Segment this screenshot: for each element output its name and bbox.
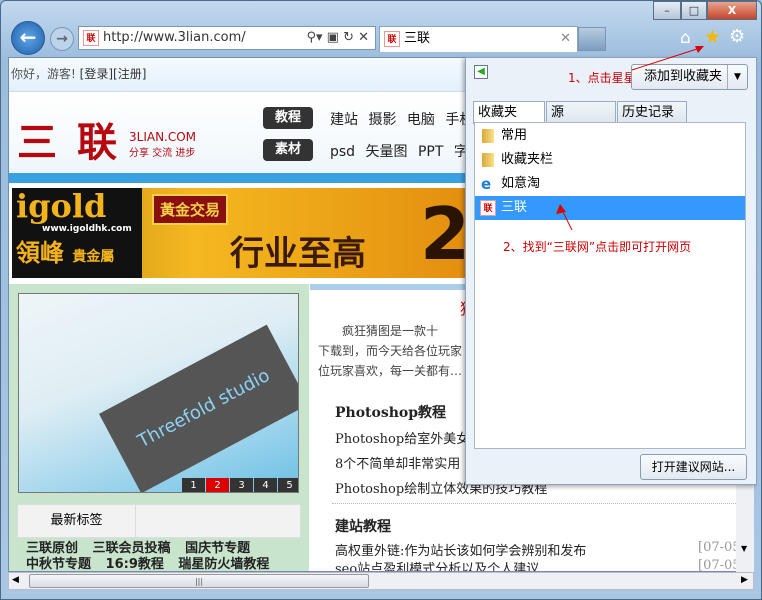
logo-char[interactable]: 三 bbox=[17, 110, 57, 168]
forward-button[interactable]: → bbox=[50, 27, 74, 51]
register-link[interactable]: [注册] bbox=[113, 67, 146, 81]
item-label: 如意淘 bbox=[501, 176, 541, 191]
tab-3lian[interactable]: 联三联 ✕ bbox=[379, 26, 578, 52]
article-link[interactable]: seo站点盈利模式分析以及个人建议 bbox=[335, 558, 539, 571]
list-item[interactable]: e 如意淘 bbox=[475, 172, 745, 196]
slider-page[interactable]: 5 bbox=[278, 478, 298, 492]
scrollbar-thumb[interactable]: ||| bbox=[29, 574, 369, 588]
new-tab-button[interactable] bbox=[578, 27, 606, 51]
brand-sub: 貴金屬 bbox=[72, 249, 115, 265]
3lian-favicon-icon: 联 bbox=[480, 200, 496, 216]
nav-badge-material[interactable]: 素材 bbox=[263, 139, 313, 161]
article-link[interactable]: 8个不简单却非常实用 bbox=[335, 453, 460, 472]
article-link[interactable]: Photoshop给室外美女 bbox=[335, 428, 469, 447]
slider-page[interactable]: 1 bbox=[182, 478, 205, 492]
list-item[interactable]: 收藏夹栏 bbox=[475, 148, 745, 172]
scroll-right-icon[interactable]: ▶ bbox=[741, 575, 748, 585]
section-title[interactable]: 建站教程 bbox=[335, 516, 391, 536]
banner-slogan: 行业至高 bbox=[230, 234, 366, 274]
ad-banner[interactable]: igold www.igoldhk.com 領峰 貴金屬 黃金交易 行业至高 2 bbox=[12, 188, 471, 278]
feature-text: 疯狂猜图是一款十 bbox=[342, 324, 439, 338]
tab-title: 三联 bbox=[404, 31, 431, 46]
ie-icon: e bbox=[481, 175, 492, 193]
address-bar[interactable]: 联 http://www.3lian.com/ ⚲▾ ▣ ↻ ✕ bbox=[78, 26, 376, 50]
slider-page-active[interactable]: 2 bbox=[206, 478, 229, 492]
tag-tabs: 最新标签 bbox=[17, 504, 301, 538]
address-tools-icon[interactable]: ⚲▾ ▣ ↻ ✕ bbox=[306, 27, 369, 49]
image-slider[interactable]: Threefold studio 1 2 3 4 5 bbox=[18, 293, 299, 493]
slider-page[interactable]: 3 bbox=[230, 478, 253, 492]
add-to-favorites-button[interactable]: 添加到收藏夹 ▼ bbox=[631, 64, 748, 90]
feature-text: 位玩家喜欢，每一关都有… bbox=[318, 364, 463, 378]
nav-links[interactable]: psd 矢量图 PPT 字 bbox=[330, 141, 468, 161]
scroll-down-icon[interactable]: ▼ bbox=[741, 544, 747, 553]
annotation-step1: 1、点击星星 bbox=[568, 71, 636, 85]
banner-number: 2 bbox=[420, 192, 471, 276]
login-link[interactable]: [登录] bbox=[80, 67, 113, 81]
folder-icon bbox=[482, 129, 494, 143]
folder-icon bbox=[482, 153, 494, 167]
greeting: 你好，游客! bbox=[11, 67, 76, 81]
igold-logo: igold www.igoldhk.com 領峰 貴金屬 bbox=[12, 188, 142, 278]
favorites-panel: ◀ 1、点击星星 添加到收藏夹 ▼ 收藏夹 源 历史记录 常用 收藏夹栏 e 如意淘… bbox=[465, 57, 757, 485]
feature-text: 下载到，而今天给各位玩家 bbox=[318, 344, 463, 358]
logo-slogan: 分享 交流 进步 bbox=[129, 148, 196, 159]
annotation-step2: 2、找到“三联网”点击即可打开网页 bbox=[503, 240, 692, 254]
maximize-button[interactable]: □ bbox=[681, 1, 707, 20]
slide-image: Threefold studio bbox=[98, 324, 298, 492]
logo-char[interactable]: 联 bbox=[77, 110, 117, 168]
brand-cn: 領峰 bbox=[16, 238, 64, 267]
tag-links-row[interactable]: 中秋节专题 16:9教程 瑞星防火墙教程 bbox=[26, 557, 269, 571]
brand-url: www.igoldhk.com bbox=[42, 224, 132, 234]
tag-link[interactable]: 国庆节专题 bbox=[185, 541, 250, 556]
open-suggested-sites-button[interactable]: 打开建议网站... bbox=[640, 454, 747, 480]
slider-page[interactable]: 4 bbox=[254, 478, 277, 492]
url-text: http://www.3lian.com/ bbox=[103, 30, 246, 45]
close-button[interactable]: X bbox=[707, 1, 757, 20]
nav-links[interactable]: 建站 摄影 电脑 手机 bbox=[330, 109, 473, 129]
home-icon[interactable]: ⌂ bbox=[680, 28, 691, 48]
tab-feeds[interactable]: 源 bbox=[546, 101, 616, 123]
back-button[interactable]: ← bbox=[11, 21, 45, 55]
tab-history[interactable]: 历史记录 bbox=[617, 101, 687, 123]
tag-link[interactable]: 三联会员投稿 bbox=[93, 541, 171, 556]
banner-tag: 黃金交易 bbox=[152, 194, 229, 225]
add-favorites-label: 添加到收藏夹 bbox=[644, 69, 723, 84]
item-label: 三联 bbox=[501, 200, 528, 215]
tag-link[interactable]: 三联原创 bbox=[26, 541, 78, 556]
logo-en: 3LIAN.COM bbox=[129, 130, 197, 144]
tab-favorites[interactable]: 收藏夹 bbox=[473, 101, 545, 124]
article-link[interactable]: 高权重外链:作为站长该如何学会辨别和发布 bbox=[335, 540, 586, 559]
favorites-list: 常用 收藏夹栏 e 如意淘 联三联 2、找到“三联网”点击即可打开网页 bbox=[474, 122, 746, 449]
list-item[interactable]: 常用 bbox=[475, 124, 745, 148]
left-column: Threefold studio 1 2 3 4 5 最新标签 三联原创 三联会… bbox=[9, 284, 309, 571]
pin-panel-icon[interactable]: ◀ bbox=[474, 65, 488, 79]
scroll-left-icon[interactable]: ◀ bbox=[12, 575, 19, 585]
list-item-selected[interactable]: 联三联 bbox=[475, 196, 745, 220]
item-label: 常用 bbox=[501, 128, 528, 143]
minimize-button[interactable]: – bbox=[653, 1, 681, 20]
tab-latest-tags[interactable]: 最新标签 bbox=[18, 505, 136, 537]
favorites-star-icon[interactable]: ★ bbox=[704, 26, 721, 48]
gear-icon[interactable]: ⚙ bbox=[729, 26, 745, 47]
divider bbox=[332, 503, 742, 504]
brand: igold bbox=[16, 187, 107, 225]
item-label: 收藏夹栏 bbox=[501, 152, 554, 167]
tab-close-icon[interactable]: ✕ bbox=[560, 27, 571, 51]
tab-favicon-icon: 联 bbox=[384, 31, 400, 47]
nav-badge-tutorial[interactable]: 教程 bbox=[263, 107, 313, 129]
section-title[interactable]: Photoshop教程 bbox=[335, 402, 446, 422]
horizontal-scrollbar[interactable]: ◀ ||| ▶ bbox=[8, 572, 754, 590]
chevron-down-icon[interactable]: ▼ bbox=[727, 65, 747, 89]
site-favicon-icon: 联 bbox=[83, 30, 99, 46]
